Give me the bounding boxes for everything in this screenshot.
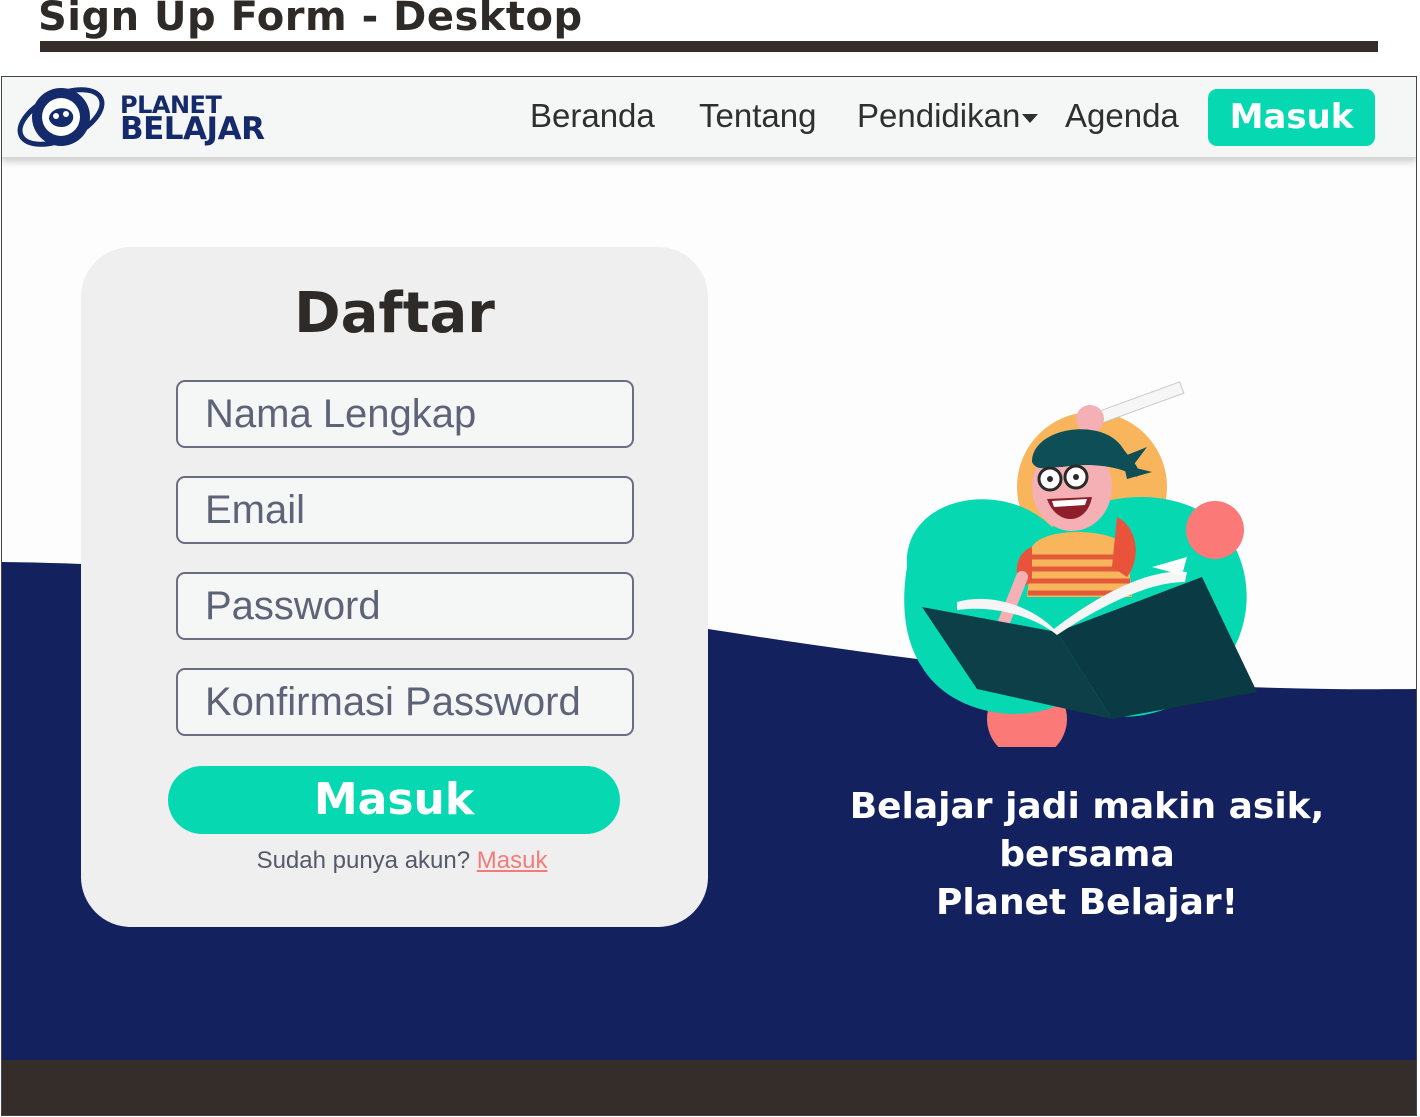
tagline-line-1: Belajar jadi makin asik, bersama bbox=[849, 786, 1325, 875]
title-underline bbox=[40, 41, 1378, 52]
submit-button[interactable]: Masuk bbox=[168, 766, 620, 834]
signin-link[interactable]: Masuk bbox=[477, 847, 548, 874]
confirm-password-input[interactable] bbox=[176, 668, 634, 736]
form-title: Daftar bbox=[294, 281, 495, 346]
planet-logo-icon bbox=[17, 87, 105, 147]
footer-bar bbox=[2, 1060, 1416, 1115]
hero-tagline: Belajar jadi makin asik, bersama Planet … bbox=[762, 783, 1412, 927]
nav-item-tentang[interactable]: Tentang bbox=[699, 97, 816, 135]
nav-item-agenda[interactable]: Agenda bbox=[1065, 97, 1179, 135]
nav-item-pendidikan[interactable]: Pendidikan bbox=[857, 97, 1020, 135]
planet-belajar-logo[interactable]: PLANET BELAJAR bbox=[16, 83, 276, 153]
nav-item-beranda[interactable]: Beranda bbox=[530, 97, 655, 135]
student-reading-illustration bbox=[904, 381, 1257, 747]
signin-prompt-text: Sudah punya akun? bbox=[256, 847, 471, 874]
desktop-frame: PLANET BELAJAR Beranda Tentang Pendidika… bbox=[1, 76, 1417, 1116]
tagline-line-2: Planet Belajar! bbox=[935, 882, 1239, 923]
document-title: Sign Up Form - Desktop bbox=[38, 0, 583, 40]
email-input[interactable] bbox=[176, 476, 634, 544]
top-navbar: PLANET BELAJAR Beranda Tentang Pendidika… bbox=[2, 77, 1416, 158]
logo-text-belajar: BELAJAR bbox=[120, 111, 265, 147]
signup-card: Daftar Masuk Sudah punya akun? Masuk bbox=[81, 247, 708, 927]
signin-prompt-row: Sudah punya akun? Masuk bbox=[81, 847, 723, 875]
nav-login-button[interactable]: Masuk bbox=[1208, 89, 1375, 146]
chevron-down-icon[interactable] bbox=[1022, 114, 1038, 123]
full-name-input[interactable] bbox=[176, 380, 634, 448]
password-input[interactable] bbox=[176, 572, 634, 640]
